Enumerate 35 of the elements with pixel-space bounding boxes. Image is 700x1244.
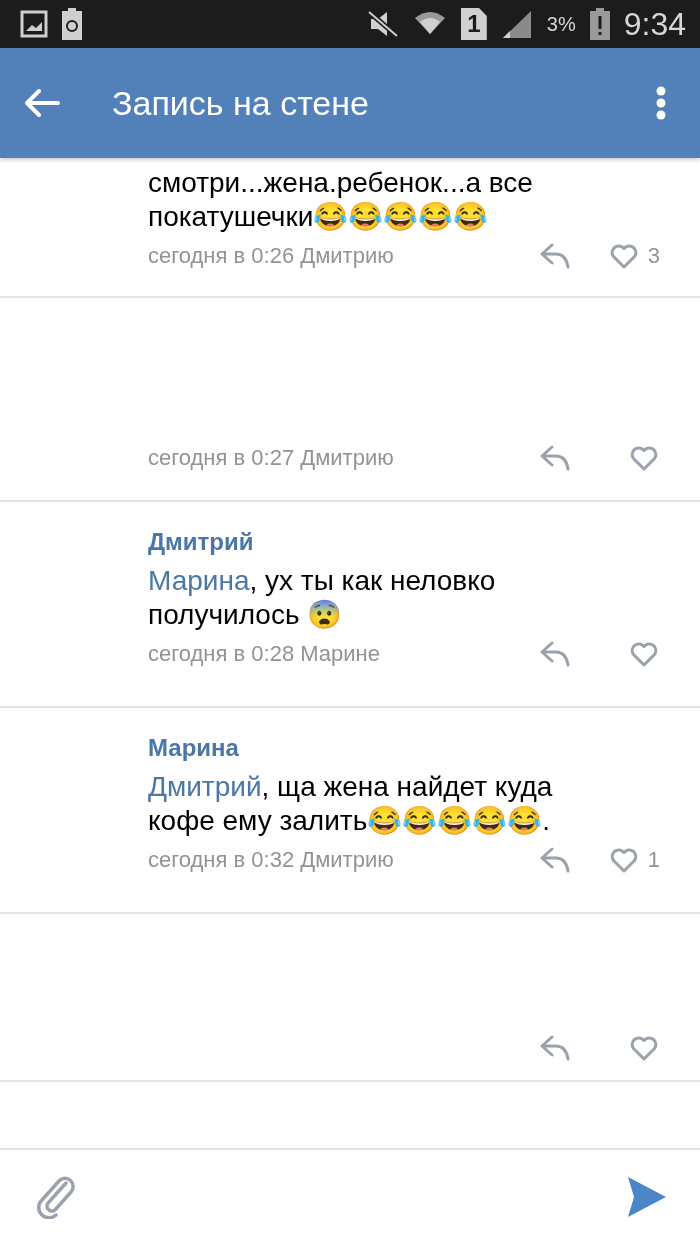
like-count: 1 (647, 847, 660, 873)
author-name[interactable]: Марина (148, 734, 239, 762)
comment-text: Дмитрий, ща жена найдет куда кофе ему залить😂😂😂😂😂. (148, 770, 554, 838)
reply-icon[interactable] (540, 445, 570, 471)
reply-icon[interactable] (540, 641, 570, 667)
mute-icon (366, 10, 399, 38)
comment-time: сегодня в 0:32 Дмитрию (148, 847, 395, 873)
reply-icon[interactable] (540, 847, 570, 873)
attach-icon[interactable] (36, 1175, 76, 1219)
clock: 9:34 (623, 5, 686, 43)
comment-time: сегодня в 0:27 Дмитрию (148, 445, 395, 471)
back-icon[interactable] (24, 88, 60, 118)
screen-title: Запись на стене (112, 83, 370, 123)
comment-time: сегодня в 0:26 Дмитрию (148, 243, 395, 269)
like-icon[interactable] (630, 445, 658, 471)
like-icon[interactable] (609, 847, 638, 873)
sim-indicator: 1 (460, 8, 487, 40)
battery-saver-icon (62, 8, 82, 40)
reply-icon[interactable] (540, 243, 570, 269)
battery-low-icon (589, 8, 610, 40)
gallery-icon (20, 10, 48, 38)
author-name[interactable]: Дмитрий (148, 528, 254, 556)
reply-link[interactable]: Дмитрий (148, 771, 262, 802)
more-icon[interactable] (656, 86, 666, 120)
comment-text: смотри...жена.ребенок...а все покатушечки😂😂😂😂😂 (148, 166, 534, 234)
send-icon[interactable] (626, 1175, 668, 1219)
like-count: 3 (647, 243, 660, 269)
comment-time: сегодня в 0:28 Марине (148, 641, 381, 667)
reply-icon[interactable] (540, 1035, 570, 1061)
reply-link[interactable]: Марина (148, 565, 250, 596)
like-icon[interactable] (630, 641, 658, 667)
comment-text: Марина, ух ты как неловко получилось 😨 (148, 564, 497, 632)
battery-percent: 3% (546, 12, 576, 36)
like-icon[interactable] (630, 1035, 658, 1061)
like-icon[interactable] (609, 243, 638, 269)
